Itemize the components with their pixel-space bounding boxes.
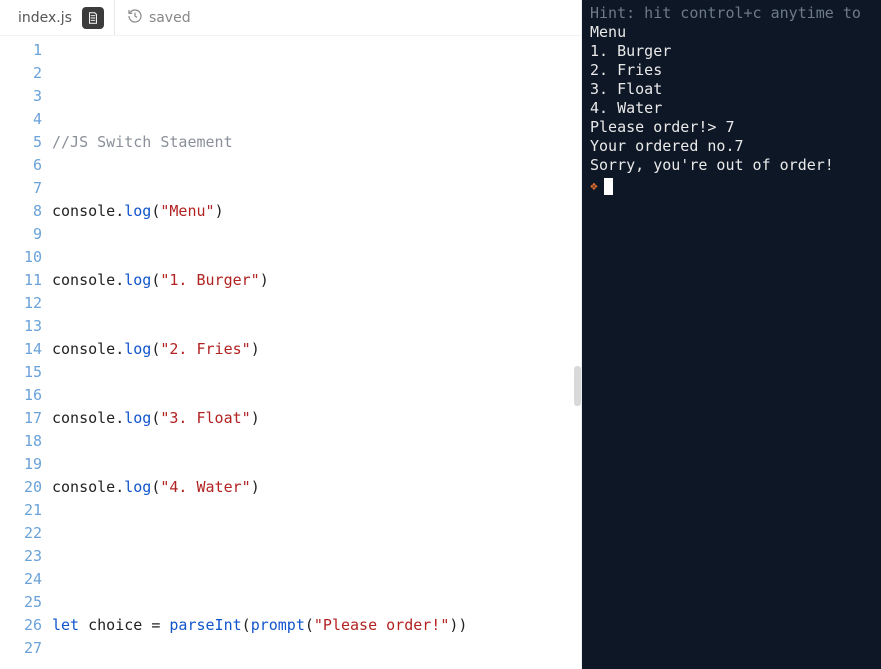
code-area[interactable]: 1234567891011121314151617181920212223242… <box>0 36 581 669</box>
terminal-line: 4. Water <box>590 99 873 118</box>
line-number: 9 <box>0 223 42 246</box>
line-number: 2 <box>0 62 42 85</box>
editor-header: index.js saved <box>0 0 581 36</box>
line-number: 19 <box>0 453 42 476</box>
terminal-prompt[interactable]: ❖ <box>590 177 873 196</box>
line-number: 10 <box>0 246 42 269</box>
line-number: 7 <box>0 177 42 200</box>
code-line: console.log("1. Burger") <box>52 269 581 292</box>
code-line: console.log("2. Fries") <box>52 338 581 361</box>
terminal-line: 1. Burger <box>590 42 873 61</box>
file-tab[interactable]: index.js <box>10 0 115 35</box>
line-number: 22 <box>0 522 42 545</box>
code-body[interactable]: //JS Switch Staement console.log("Menu")… <box>52 36 581 669</box>
terminal-hint: Hint: hit control+c anytime to <box>590 4 873 23</box>
line-number: 3 <box>0 85 42 108</box>
line-number: 27 <box>0 637 42 660</box>
line-number: 12 <box>0 292 42 315</box>
code-line: console.log("4. Water") <box>52 476 581 499</box>
editor-pane: index.js saved 1234567891011121314151617… <box>0 0 582 669</box>
terminal-line: Menu <box>590 23 873 42</box>
code-line: //JS Switch Staement <box>52 131 581 154</box>
line-number: 23 <box>0 545 42 568</box>
terminal-line: 2. Fries <box>590 61 873 80</box>
line-gutter: 1234567891011121314151617181920212223242… <box>0 36 52 669</box>
line-number: 5 <box>0 131 42 154</box>
line-number: 8 <box>0 200 42 223</box>
terminal-line: Your ordered no.7 <box>590 137 873 156</box>
line-number: 21 <box>0 499 42 522</box>
terminal-pane[interactable]: Hint: hit control+c anytime to Menu1. Bu… <box>582 0 881 669</box>
saved-indicator: saved <box>115 8 191 28</box>
line-number: 1 <box>0 39 42 62</box>
document-icon <box>82 7 104 29</box>
terminal-line: Please order!> 7 <box>590 118 873 137</box>
line-number: 25 <box>0 591 42 614</box>
line-number: 15 <box>0 361 42 384</box>
terminal-line: 3. Float <box>590 80 873 99</box>
prompt-caret-icon: ❖ <box>590 177 598 196</box>
line-number: 6 <box>0 154 42 177</box>
code-line: console.log("3. Float") <box>52 407 581 430</box>
line-number: 24 <box>0 568 42 591</box>
saved-label: saved <box>149 10 191 26</box>
line-number: 4 <box>0 108 42 131</box>
line-number: 17 <box>0 407 42 430</box>
line-number: 11 <box>0 269 42 292</box>
line-number: 18 <box>0 430 42 453</box>
line-number: 14 <box>0 338 42 361</box>
file-name: index.js <box>10 10 80 26</box>
scrollbar-thumb[interactable] <box>574 366 581 406</box>
code-line <box>52 545 581 568</box>
code-line: console.log("Menu") <box>52 200 581 223</box>
line-number: 26 <box>0 614 42 637</box>
line-number: 16 <box>0 384 42 407</box>
terminal-line: Sorry, you're out of order! <box>590 156 873 175</box>
terminal-cursor <box>604 178 613 195</box>
code-line: let choice = parseInt(prompt("Please ord… <box>52 614 581 637</box>
history-icon <box>127 8 143 28</box>
line-number: 20 <box>0 476 42 499</box>
line-number: 13 <box>0 315 42 338</box>
